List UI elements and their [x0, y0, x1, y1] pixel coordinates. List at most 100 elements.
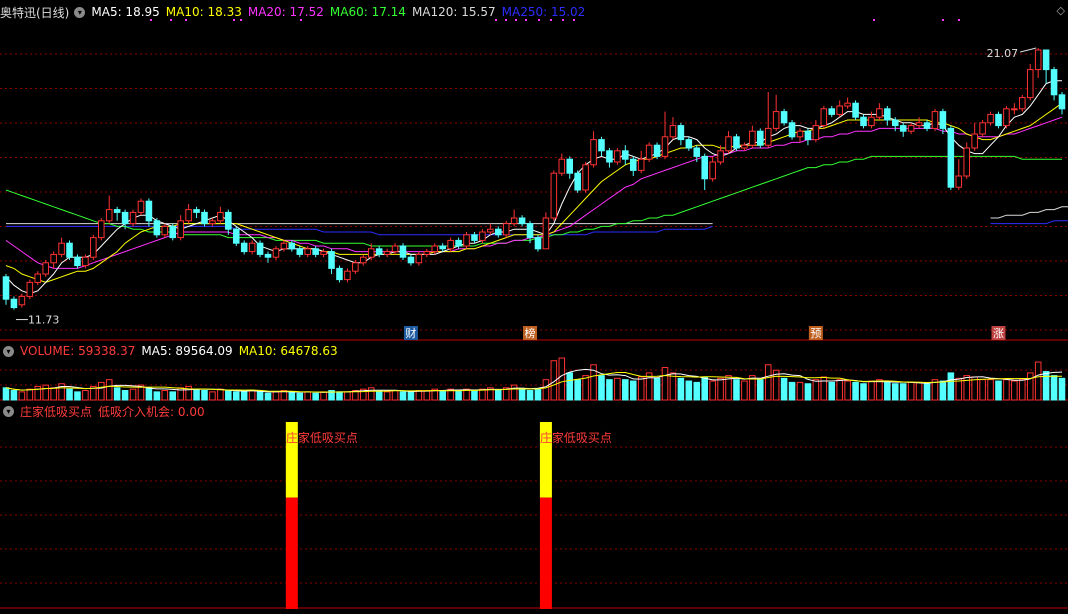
- volume-bar: [312, 392, 319, 401]
- toggle-icon[interactable]: ▾: [3, 345, 14, 357]
- candle: [455, 239, 462, 247]
- toggle-icon[interactable]: ▾: [74, 6, 86, 18]
- candle: [256, 242, 264, 255]
- volume-bar: [868, 380, 875, 401]
- volume-bar: [741, 380, 748, 401]
- volume-bar: [1011, 380, 1018, 401]
- volume-bar: [367, 387, 375, 401]
- candle: [542, 217, 550, 250]
- candle: [169, 225, 177, 239]
- volume-bar: [10, 390, 18, 401]
- candle: [963, 147, 971, 177]
- candle: [431, 245, 439, 253]
- volume-bar: [995, 380, 1002, 401]
- candle: [447, 239, 454, 250]
- volume-bar: [336, 391, 343, 401]
- candle: [590, 139, 597, 166]
- candle: [161, 225, 169, 236]
- volume-bar: [653, 377, 661, 401]
- volume-bar: [637, 376, 645, 401]
- candle: [66, 242, 73, 258]
- volume-bar: [344, 391, 351, 401]
- candle: [391, 245, 399, 253]
- volume-bar: [526, 390, 534, 401]
- price-header: 奥特迅(日线) ▾ MA5: 18.95 MA10: 18.33 MA20: 17.…: [0, 4, 591, 20]
- volume-bar: [320, 391, 327, 401]
- candle: [899, 125, 907, 132]
- candle: [757, 130, 764, 146]
- volume-bar: [884, 381, 891, 401]
- candle: [804, 130, 812, 141]
- volume-bar: [669, 372, 677, 401]
- volume-bar: [899, 383, 907, 401]
- ma-line-ma5: [5, 80, 1062, 295]
- candle: [1042, 49, 1050, 71]
- high-price-label: 21.07: [987, 47, 1019, 60]
- candle: [685, 139, 693, 149]
- volume-bar: [701, 376, 708, 401]
- volume-bar: [209, 391, 216, 401]
- ma-line-ma20: [5, 116, 1063, 269]
- candle: [288, 242, 296, 250]
- candle: [217, 211, 224, 222]
- volume-bar: [423, 390, 431, 401]
- candle: [90, 237, 97, 258]
- candle: [1034, 49, 1042, 71]
- candle: [566, 158, 574, 174]
- candle: [113, 209, 121, 213]
- volume-bar: [860, 383, 867, 401]
- candle: [487, 228, 494, 233]
- volume-bar: [812, 379, 820, 401]
- candle: [701, 155, 708, 180]
- candle: [653, 144, 661, 157]
- candle: [947, 127, 955, 188]
- legend-ma10: MA10: 18.33: [165, 5, 242, 19]
- volume-bar: [510, 384, 518, 401]
- volume-bar: [693, 381, 701, 401]
- candle: [82, 256, 89, 267]
- volume-bar: [391, 390, 399, 401]
- candle: [669, 125, 677, 138]
- signal-label: 庄家低吸买点: [286, 430, 358, 445]
- volume-bar: [272, 391, 280, 401]
- volume-bar: [820, 376, 828, 401]
- volume-bar: [629, 380, 637, 401]
- volume-bar: [971, 376, 978, 401]
- volume-bar: [907, 381, 915, 401]
- candle: [518, 217, 526, 225]
- candle: [264, 253, 272, 258]
- candle: [709, 161, 716, 180]
- volume-bar: [296, 392, 304, 401]
- candle: [955, 175, 963, 188]
- candle: [717, 150, 724, 163]
- candle: [622, 150, 629, 160]
- volume-bar: [399, 391, 407, 401]
- volume-bar: [50, 387, 57, 401]
- volume-bar: [622, 379, 629, 401]
- volume-bar: [963, 375, 971, 401]
- candle: [860, 116, 867, 127]
- volume-bar: [876, 379, 883, 401]
- candle: [582, 164, 589, 191]
- candle: [1026, 69, 1034, 99]
- chart-canvas: 21.0711.73财榜预涨庄家低吸买点 庄家低吸买点: [0, 19, 1068, 609]
- candle: [74, 256, 81, 267]
- volume-bar: [614, 377, 621, 401]
- volume-bar: [256, 391, 264, 401]
- toggle-icon[interactable]: ▾: [3, 405, 14, 417]
- candle: [415, 253, 423, 264]
- volume-bar: [1034, 361, 1042, 401]
- volume-bar: [97, 381, 105, 401]
- candle: [248, 242, 256, 253]
- candle: [923, 122, 931, 129]
- candle: [2, 276, 10, 300]
- legend-ma250: MA250: 15.02: [501, 5, 586, 19]
- volume-bar: [733, 379, 740, 401]
- diamond-icon[interactable]: ◇: [1057, 4, 1065, 17]
- volume-bar: [248, 390, 256, 401]
- volume-bar: [534, 388, 542, 401]
- volume-bar: [225, 390, 232, 401]
- candle: [375, 248, 383, 255]
- candle: [34, 273, 42, 283]
- volume-bar: [598, 375, 605, 401]
